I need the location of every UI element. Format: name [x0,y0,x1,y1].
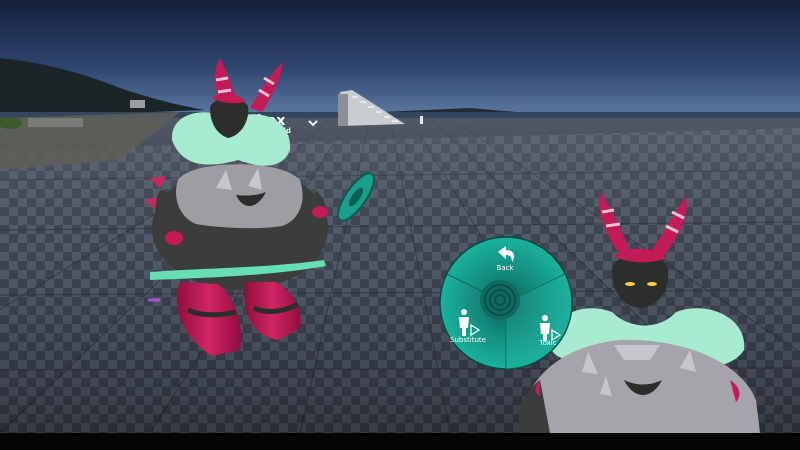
back-label: Back [497,264,515,272]
letterbox-bar [0,433,800,450]
vr-viewport: tbox t World [0,0,800,450]
bench [28,118,83,127]
substitute-label: Substitute [450,336,486,344]
distant-building [130,100,145,108]
toxic-label: Toxic [538,339,556,347]
center-spiral-icon[interactable] [480,280,520,320]
radial-action-menu: Back Substitute Toxic [439,236,573,370]
vr-scene: tbox t World [0,0,800,433]
